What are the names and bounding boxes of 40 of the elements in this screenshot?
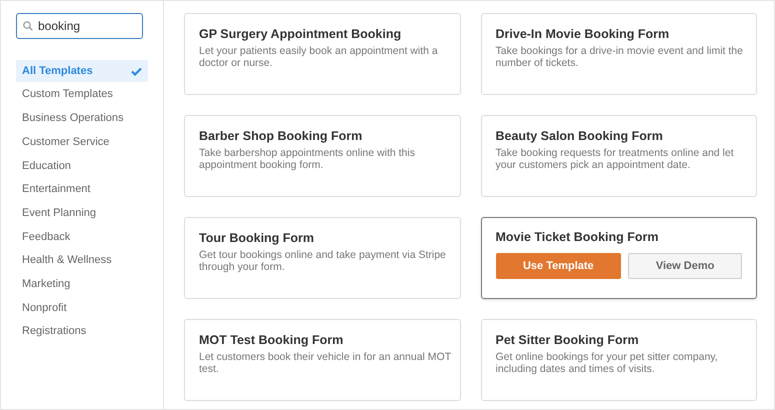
template-card[interactable]: Tour Booking Form Get tour bookings online and take payment via Stripe through your form. [184,217,460,299]
template-card[interactable]: Beauty Salon Booking Form Take booking requests for treatments online and let your customers pick an appointment date. [480,115,757,197]
template-title: Beauty Salon Booking Form [496,128,664,144]
search-icon [23,21,33,31]
category-item[interactable]: Customer Service [16,131,148,154]
view-demo-button[interactable]: View Demo [628,253,742,279]
category-item[interactable]: Feedback [16,226,148,248]
template-title: Drive-In Movie Booking Form [496,26,670,42]
template-card[interactable]: Barber Shop Booking Form Take barbershop appointments online with this appointment booking form. [184,115,460,197]
template-description: Take barbershop appointments online with this appointment booking form. [199,147,416,171]
template-description: Get tour bookings online and take payment via Stripe through your form. [199,249,447,273]
template-card[interactable]: Drive-In Movie Booking Form Take bookings for a drive-in movie event and limit the number of tickets. [480,13,757,95]
category-item[interactable]: Education [16,154,148,177]
category-item[interactable]: Registrations [16,320,148,343]
search-field[interactable]: booking [16,13,143,39]
checkmark-icon [131,66,142,76]
template-description: Take bookings for a drive-in movie event and limit the number of tickets. [496,45,744,69]
template-title: Pet Sitter Booking Form [496,332,640,348]
template-title: Tour Booking Form [199,230,316,246]
template-card[interactable]: Pet Sitter Booking Form Get online bookings for your pet sitter company, including dates and times of visits. [480,319,757,401]
category-item[interactable]: Entertainment [16,178,148,200]
template-card[interactable]: GP Surgery Appointment Booking Let your patients easily book an appointment with a doctor or nurse. [184,13,460,95]
category-item[interactable]: Event Planning [16,202,148,224]
template-description: Get online bookings for your pet sitter company, including dates and times of visits. [496,351,719,375]
template-card[interactable]: MOT Test Booking Form Let customers book their vehicle in for an annual MOT test. [184,319,460,401]
template-description: Let customers book their vehicle in for an annual MOT test. [199,351,452,375]
category-item[interactable]: Marketing [16,273,148,296]
template-card[interactable]: Movie Ticket Booking Form Use Template View Demo [480,217,757,299]
template-title: MOT Test Booking Form [199,332,344,348]
category-item[interactable]: Health & Wellness [16,250,148,272]
template-description: Take booking requests for treatments online and let your customers pick an appointment date. [496,147,735,171]
template-description: Let your patients easily book an appointment with a doctor or nurse. [199,45,439,69]
template-title: Barber Shop Booking Form [199,128,364,144]
template-title: GP Surgery Appointment Booking [199,26,402,42]
category-item[interactable]: Nonprofit [16,296,148,319]
use-template-button[interactable]: Use Template [496,253,622,279]
template-title: Movie Ticket Booking Form [496,229,660,245]
category-item[interactable]: All Templates [16,60,148,82]
category-item[interactable]: Custom Templates [16,84,148,106]
category-item[interactable]: Business Operations [16,107,148,130]
